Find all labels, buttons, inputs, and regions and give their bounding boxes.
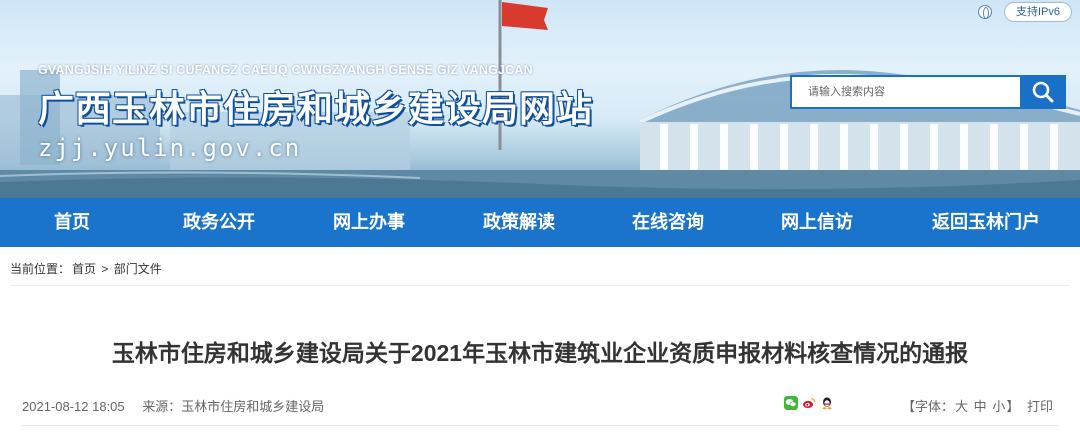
article-source: 来源：玉林市住房和城乡建设局 xyxy=(142,399,325,414)
nav-item-online-petition[interactable]: 网上信访 xyxy=(742,198,892,247)
print-button[interactable]: 打印 xyxy=(1027,396,1053,415)
search-input[interactable] xyxy=(790,75,1020,109)
nav-item-policy-interpretation[interactable]: 政策解读 xyxy=(444,198,594,247)
weibo-icon[interactable] xyxy=(802,396,816,410)
wechat-icon[interactable] xyxy=(784,396,798,410)
search-button[interactable] xyxy=(1020,75,1066,109)
qq-icon[interactable] xyxy=(820,396,834,410)
header-banner: 支持IPv6 GVANGJSIH YILINZ SI CUFANGZ CAEUQ… xyxy=(0,0,1080,198)
nav-item-online-services[interactable]: 网上办事 xyxy=(294,198,444,247)
breadcrumb-divider xyxy=(10,285,1070,286)
article-title: 玉林市住房和城乡建设局关于2021年玉林市建筑业企业资质申报材料核查情况的通报 xyxy=(111,340,969,366)
globe-icon xyxy=(978,5,992,19)
site-domain: zjj.yulin.gov.cn xyxy=(38,134,302,162)
nav-item-government-affairs[interactable]: 政务公开 xyxy=(144,198,294,247)
font-size-prefix: 【字体： xyxy=(902,399,955,414)
font-size-suffix: 】 xyxy=(1006,399,1020,414)
breadcrumb: 当前位置： 首页 > 部门文件 xyxy=(10,260,164,277)
flag-shape xyxy=(502,2,548,30)
nav-item-back-to-portal[interactable]: 返回玉林门户 xyxy=(892,198,1080,247)
nav-item-online-consulting[interactable]: 在线咨询 xyxy=(594,198,742,247)
search-icon xyxy=(1032,81,1054,103)
nav-item-home[interactable]: 首页 xyxy=(0,198,144,247)
font-size-large-button[interactable]: 大 xyxy=(955,399,968,414)
font-size-control: 【字体：大 中 小】 xyxy=(902,396,1019,415)
breadcrumb-current-link[interactable]: 部门文件 xyxy=(114,262,162,276)
breadcrumb-prefix: 当前位置： xyxy=(10,262,71,276)
font-size-small-button[interactable]: 小 xyxy=(992,399,1005,414)
site-title-pinyin: GVANGJSIH YILINZ SI CUFANGZ CAEUQ CWNGZY… xyxy=(38,63,533,77)
ipv6-label[interactable]: 支持IPv6 xyxy=(1004,2,1072,22)
breadcrumb-separator: > xyxy=(101,262,109,276)
share-bar xyxy=(784,396,834,410)
ipv6-support[interactable]: 支持IPv6 xyxy=(978,2,1072,22)
meta-divider xyxy=(22,425,1058,426)
breadcrumb-home-link[interactable]: 首页 xyxy=(72,262,96,276)
search-box xyxy=(790,75,1066,109)
site-title: 广西玉林市住房和城乡建设局网站 xyxy=(38,88,594,129)
article-meta: 2021-08-12 18:05 来源：玉林市住房和城乡建设局 xyxy=(22,396,324,415)
font-size-medium-button[interactable]: 中 xyxy=(974,399,987,414)
main-nav: 首页 政务公开 网上办事 政策解读 在线咨询 网上信访 返回玉林门户 xyxy=(0,198,1080,247)
publish-datetime: 2021-08-12 18:05 xyxy=(22,399,125,414)
